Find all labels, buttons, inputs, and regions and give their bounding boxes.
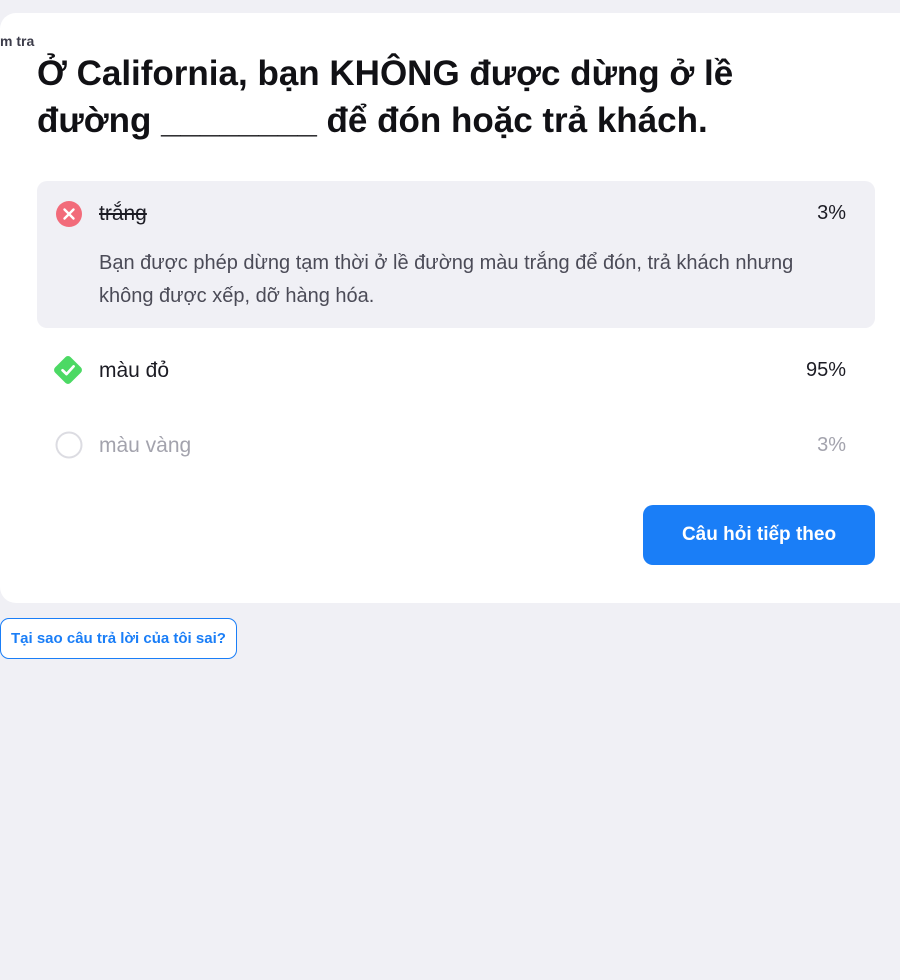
question-text: Ở California, bạn KHÔNG được dừng ở lề đ…: [37, 54, 734, 140]
why-wrong-button[interactable]: Tại sao câu trả lời của tôi sai?: [0, 618, 237, 659]
answer-explanation: Bạn được phép dừng tạm thời ở lề đường m…: [99, 252, 794, 307]
answer-option-wrong: trắng 3% Bạn được phép dừng tạm thời ở l…: [37, 181, 875, 328]
answer-label: trắng: [99, 202, 147, 225]
check-diamond-icon: [54, 356, 82, 384]
answer-label: màu đỏ: [99, 359, 170, 382]
answer-label: màu vàng: [99, 434, 192, 457]
answer-percent: 95%: [805, 359, 846, 381]
category-label: m tra: [0, 33, 35, 49]
empty-circle-icon: [55, 431, 83, 459]
answer-percent: 3%: [817, 434, 846, 456]
answer-option-correct: màu đỏ 95%: [37, 345, 875, 399]
answer-option-unselected: màu vàng 3%: [37, 420, 875, 474]
page: m tra Ở California, bạn KHÔNG được dừng …: [0, 0, 900, 980]
answer-percent: 3%: [817, 202, 846, 224]
x-circle-icon: [56, 201, 82, 227]
next-question-button[interactable]: Câu hỏi tiếp theo: [643, 505, 875, 565]
